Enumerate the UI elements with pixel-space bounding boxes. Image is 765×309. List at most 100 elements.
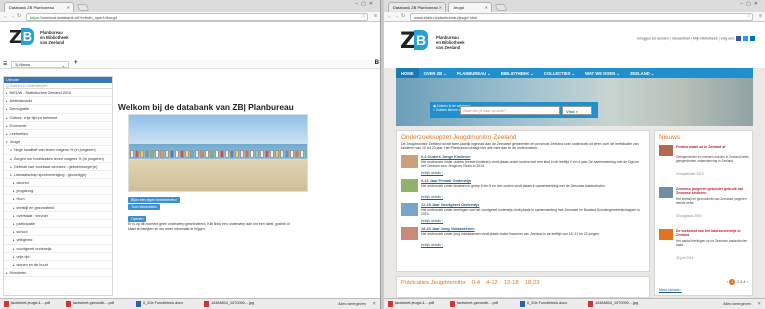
top-links[interactable]: Inloggen tot worden | nieuwsbrief | Mijn… <box>637 36 755 41</box>
view-select[interactable]: 1) Nieuw ⌄ <box>11 61 69 68</box>
sidebar-item[interactable]: ▸ alcohol <box>4 179 112 188</box>
tab-publicaties[interactable]: Publicaties Jeugdmonitor <box>401 280 466 286</box>
menu-icon[interactable]: ≡ <box>759 13 762 19</box>
sidebar-item[interactable]: ▸ veiligheid <box>4 236 112 245</box>
item-title[interactable]: 18-23 Jaar Jong Volwassenen <box>421 227 475 231</box>
sidebar-item[interactable]: ▸ Monitoren <box>4 269 112 278</box>
sidebar-item[interactable]: ● Hoge kwaliteit van leven volgens % (in … <box>4 146 112 155</box>
tab-12-18[interactable]: 12-18 <box>504 280 519 286</box>
sidebar-item[interactable]: ▸ school <box>4 228 112 237</box>
page-1[interactable]: 1 <box>729 279 736 285</box>
forward-icon[interactable]: → <box>10 13 15 19</box>
expand-arrow-icon: ▸ <box>13 189 15 194</box>
sidebar-item[interactable]: ▸ Cultuur, vrije tijd en toerisme <box>4 114 112 122</box>
tab-4-12[interactable]: 4-12 <box>486 280 498 286</box>
close-tab-icon[interactable]: ✕ <box>485 5 488 10</box>
sidebar-item[interactable]: ▾ Jeugd <box>4 138 112 147</box>
bullet-icon: ● <box>10 156 12 161</box>
page-3[interactable]: 3 <box>740 279 742 284</box>
window-controls[interactable]: –▢✕ <box>740 1 761 7</box>
tab-18-23[interactable]: 18-23 <box>525 280 540 286</box>
download-item[interactable]: factsheet-gezondh-...pdf <box>66 301 122 309</box>
tab-databank[interactable]: Databank ZB Planbureau ✕ <box>388 2 446 12</box>
hamburger-icon[interactable]: ☰ <box>3 61 7 67</box>
sidebar-item[interactable]: ▸ NIEUW - Statistisches Zeeland 2015 <box>4 89 112 98</box>
sidebar-item[interactable]: ▸ jeugdzorg <box>4 187 112 196</box>
sidebar-item[interactable]: ▸ wonen en de buurt <box>4 261 112 270</box>
add-view-icon[interactable]: + <box>74 60 78 66</box>
back-icon[interactable]: ← <box>387 13 392 19</box>
search-button[interactable]: Vind ⌕ <box>562 106 592 115</box>
close-downloads-icon[interactable]: ✕ <box>372 301 376 307</box>
linkedin-icon[interactable] <box>750 36 755 41</box>
publicaties-tabs: Publicaties Jeugdmonitor 0-4 4-12 12-18 18-2… <box>401 280 545 286</box>
meer-nieuws-link[interactable]: Meer nieuws › <box>659 288 682 292</box>
tab-databank[interactable]: Databank ZB Planbureau ✕ <box>4 2 74 12</box>
sidebar-item[interactable]: ● Zorgen om hoofdzaken leven volgens % (i… <box>4 155 112 163</box>
download-item[interactable]: factsheet-jeugd-4-...pdf <box>388 301 440 309</box>
item-details-link[interactable]: bekijk details › <box>421 219 443 223</box>
news-title[interactable]: Zeeuwse jongeren gezonder gebruik dat Ze… <box>676 187 750 195</box>
sidebar-item[interactable]: ▸ participatie <box>4 220 112 229</box>
window-controls[interactable]: –▢✕ <box>355 1 376 7</box>
top-links-text[interactable]: Inloggen tot worden | nieuwsbrief | Mijn… <box>637 36 734 40</box>
back-icon[interactable]: ← <box>3 13 8 19</box>
page-4[interactable]: 4 <box>743 279 745 284</box>
bookmark-star-icon[interactable]: ☆ <box>362 13 366 19</box>
page-2[interactable]: 2 <box>737 279 739 284</box>
url-field[interactable]: www.zbeb.nl/planbureau/jeugd.html <box>410 13 753 21</box>
news-title[interactable]: De toekomst van het basisonderwijs in Ze… <box>676 229 750 237</box>
sidebar-item[interactable]: ▸ Economie <box>4 122 112 130</box>
sidebar-item[interactable]: ● Lidmaatschap sportvereniging : gevoelig… <box>4 171 112 180</box>
item-details-link[interactable]: bekijk details › <box>421 243 443 247</box>
timeselector-button[interactable]: Bijan een eigen timeselecteur <box>128 197 180 203</box>
facebook-icon[interactable] <box>736 36 741 41</box>
toon-tekstvelden-button[interactable]: Toon tekstvelden <box>128 204 161 210</box>
item-title[interactable]: 12-18 Jaar Voortgezet Onderwijs <box>421 203 479 207</box>
download-item[interactable]: 14484804_1070000....jpg <box>204 301 262 309</box>
sidebar-item[interactable]: ▸ overstaat : vervoer <box>4 212 112 220</box>
news-date: 30 augustus 2015 <box>676 214 702 218</box>
sidebar-item[interactable]: ▸ Arbeidsmarkt <box>4 97 112 106</box>
sidebar-item[interactable]: ▸ Leefomlieu <box>4 130 112 139</box>
new-tab-button[interactable] <box>494 4 508 11</box>
twitter-icon[interactable] <box>743 36 748 41</box>
card-intro: De Jeugdmonitor Zeeland wordt twee-jaarl… <box>401 142 639 151</box>
download-item[interactable]: 0_20e Functiehuis.docx <box>136 301 192 309</box>
tab-0-4[interactable]: 0-4 <box>472 280 480 286</box>
sidebar-item[interactable]: ▸ Hum <box>4 195 112 204</box>
bookmark-star-icon[interactable]: ☆ <box>747 13 751 19</box>
url-field[interactable]: https://zeeland.databank.nl/?refhdh_oper… <box>26 13 368 21</box>
download-item[interactable]: factsheet-jeugd-4-...pdf <box>4 301 56 309</box>
sidebar-item-label: wonen en de buurt <box>16 262 48 267</box>
prev-page[interactable]: ‹ <box>727 279 728 284</box>
search-input[interactable]: Waar ben je naar op zoek? <box>460 106 560 115</box>
sidebar-item[interactable]: ● Gebruik van voorbaar-services : geknelm… <box>4 163 112 171</box>
close-downloads-icon[interactable]: ✕ <box>757 301 761 307</box>
item-details-link[interactable]: bekijk details › <box>421 171 443 175</box>
show-all-downloads[interactable]: Alles weergeven <box>723 302 751 306</box>
item-title[interactable]: 0-4 Ouders Jonge Kinderen <box>421 155 471 159</box>
close-tab-icon[interactable]: ✕ <box>67 5 70 10</box>
sidebar-item[interactable]: ▸ voortgezet onderwijs <box>4 245 112 253</box>
forward-icon[interactable]: → <box>394 13 399 19</box>
sidebar-item[interactable]: ▸ Demografie <box>4 105 112 114</box>
download-item[interactable]: 0_20e Functiehuis.docx <box>520 301 576 309</box>
sidebar-item[interactable]: ▸ leefstijl en gezondheid <box>4 204 112 212</box>
expand-arrow-icon: ▸ <box>6 115 8 120</box>
close-tab-icon[interactable]: ✕ <box>439 5 442 10</box>
news-title[interactable]: Festiva waait uit in Zeeland af <box>676 145 750 149</box>
tab-jeugd[interactable]: Jeugd ✕ <box>448 2 492 12</box>
item-title[interactable]: 4-12 Jaar Primair Onderwijs <box>421 179 471 183</box>
next-page[interactable]: › <box>747 279 748 284</box>
download-item[interactable]: 14484804_1070000....jpg <box>588 301 646 309</box>
show-all-downloads[interactable]: Alles weergeven <box>338 302 366 306</box>
menu-icon[interactable]: ≡ <box>374 13 377 19</box>
reload-icon[interactable]: ↻ <box>401 13 405 19</box>
item-details-link[interactable]: bekijk details › <box>421 195 443 199</box>
download-item[interactable]: factsheet-gezondh-...pdf <box>450 301 506 309</box>
sidebar-item[interactable]: ▸ vrije tijd <box>4 253 112 261</box>
expand-arrow-icon: ▸ <box>13 262 15 267</box>
new-tab-button[interactable] <box>76 4 90 11</box>
reload-icon[interactable]: ↻ <box>17 13 21 19</box>
